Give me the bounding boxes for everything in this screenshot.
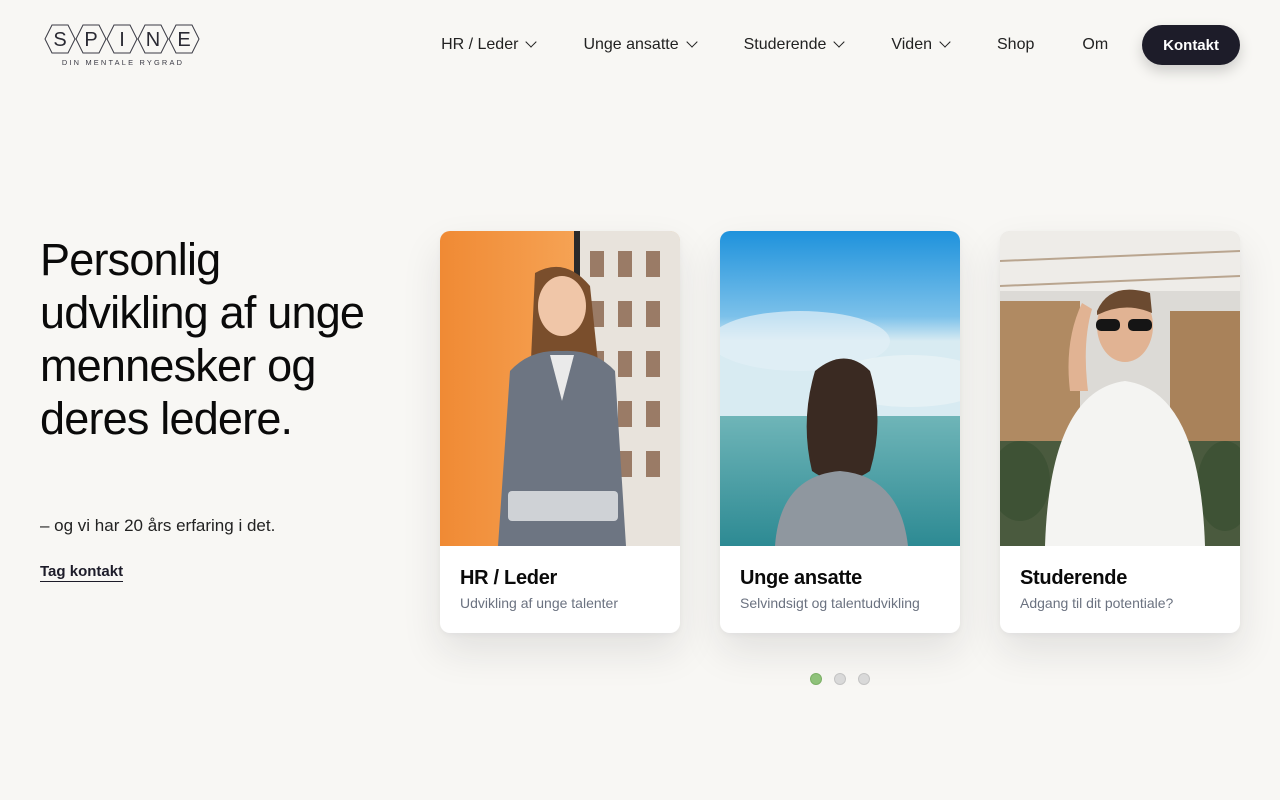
- chevron-down-icon: [685, 36, 698, 48]
- nav-item-studerende[interactable]: Studerende: [720, 25, 868, 65]
- nav-item-label: Om: [1082, 36, 1109, 53]
- nav-item-viden[interactable]: Viden: [867, 25, 973, 65]
- spine-logo[interactable]: S P I N E DIN MENTALE RYGRAD: [44, 22, 204, 68]
- carousel-dot[interactable]: [858, 673, 870, 685]
- site-header: S P I N E DIN MENTALE RYGRAD HR / Leder …: [0, 0, 1280, 90]
- card-title: Unge ansatte: [740, 567, 862, 589]
- card-title: Studerende: [1020, 567, 1128, 589]
- card-description: Selvindsigt og talentudvikling: [740, 595, 920, 611]
- main-nav: HR / Leder Unge ansatte Studerende Viden…: [441, 25, 1240, 65]
- nav-item-om[interactable]: Om: [1058, 25, 1142, 65]
- chevron-down-icon: [939, 36, 951, 48]
- contact-link[interactable]: Tag kontakt: [40, 563, 124, 582]
- card-description: Udvikling af unge talenter: [460, 595, 618, 611]
- hero-subtitle: – og vi har 20 års erfaring i det.: [40, 516, 276, 535]
- logo-letter: I: [119, 29, 125, 51]
- logo-letter: E: [177, 29, 190, 51]
- card-hr-leder[interactable]: HR / Leder Udvikling af unge talenter: [440, 231, 680, 633]
- nav-item-label: Unge ansatte: [583, 36, 679, 53]
- logo-letter: N: [146, 29, 160, 51]
- logo-tagline: DIN MENTALE RYGRAD: [62, 58, 184, 67]
- card-title: HR / Leder: [460, 567, 558, 589]
- logo-letter: S: [53, 29, 66, 51]
- nav-item-unge-ansatte[interactable]: Unge ansatte: [559, 25, 719, 65]
- nav-item-label: Viden: [891, 36, 932, 53]
- nav-item-label: HR / Leder: [441, 36, 519, 53]
- nav-item-label: Shop: [997, 36, 1035, 53]
- hero-title: Personlig udvikling af unge mennesker og…: [40, 234, 365, 444]
- card-unge-ansatte[interactable]: Unge ansatte Selvindsigt og talentudvikl…: [720, 231, 960, 633]
- man-with-sunglasses-photo: [1000, 231, 1240, 546]
- carousel-pagination: [810, 673, 870, 685]
- card-studerende[interactable]: Studerende Adgang til dit potentiale?: [1000, 231, 1240, 633]
- spine-logo-mark: S P I N E DIN MENTALE RYGRAD: [44, 24, 200, 67]
- card-description: Adgang til dit potentiale?: [1020, 595, 1174, 611]
- logo-letter: P: [84, 29, 97, 51]
- carousel-dot[interactable]: [810, 673, 822, 685]
- woman-in-blazer-photo: [440, 231, 680, 546]
- nav-item-hr-leder[interactable]: HR / Leder: [441, 25, 559, 65]
- nav-item-label: Studerende: [743, 36, 827, 53]
- chevron-down-icon: [525, 36, 538, 48]
- woman-facing-sea-photo: [720, 231, 960, 546]
- carousel-dot[interactable]: [834, 673, 846, 685]
- chevron-down-icon: [833, 36, 846, 48]
- nav-item-shop[interactable]: Shop: [973, 25, 1058, 65]
- contact-button[interactable]: Kontakt: [1142, 25, 1240, 65]
